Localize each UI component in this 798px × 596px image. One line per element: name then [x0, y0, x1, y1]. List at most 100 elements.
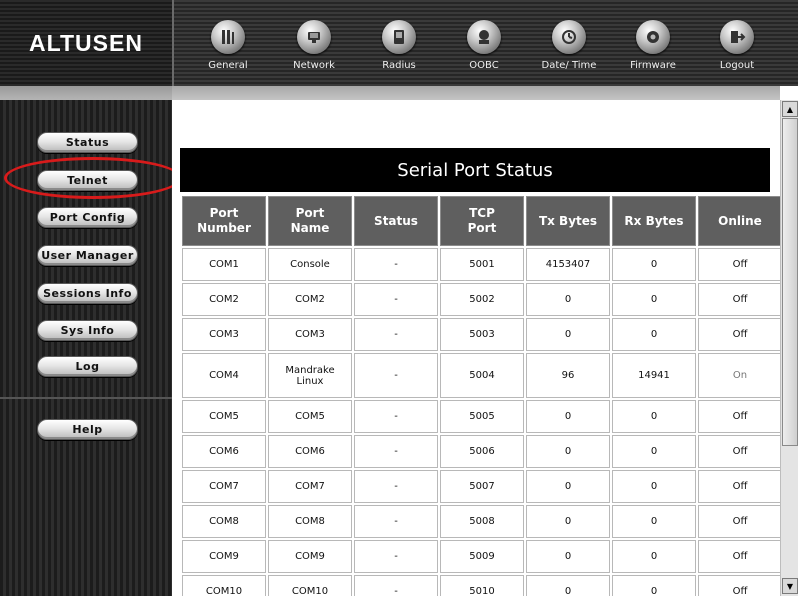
cell-rx-bytes: 0 — [612, 283, 696, 316]
cell-tx-bytes: 0 — [526, 400, 610, 433]
cell-rx-bytes: 0 — [612, 470, 696, 503]
sidebar-item-telnet[interactable]: Telnet — [37, 170, 138, 191]
cell-rx-bytes: 0 — [612, 400, 696, 433]
cell-port-number: COM10 — [182, 575, 266, 596]
cell-status: - — [354, 540, 438, 573]
sidebar-item-port-config[interactable]: Port Config — [37, 207, 138, 228]
top-nav: General Network Radius OOBC Date/ Time F… — [172, 0, 798, 86]
scroll-thumb[interactable] — [782, 118, 798, 446]
cell-tx-bytes: 96 — [526, 353, 610, 398]
sidebar-item-user-manager[interactable]: User Manager — [37, 245, 138, 266]
nav-oobc[interactable]: OOBC — [443, 0, 525, 86]
brand-logo: ALTUSEN — [29, 29, 143, 56]
sidebar-item-log[interactable]: Log — [37, 356, 138, 377]
col-tcp-port: TCP Port — [440, 196, 524, 246]
cell-status: - — [354, 283, 438, 316]
scroll-down-arrow-icon[interactable]: ▼ — [782, 578, 798, 594]
nav-logout[interactable]: Logout — [696, 0, 778, 86]
cell-port-number: COM9 — [182, 540, 266, 573]
cell-online: Off — [698, 248, 780, 281]
cell-tx-bytes: 0 — [526, 540, 610, 573]
logo-area: ALTUSEN — [0, 0, 172, 86]
cell-online: Off — [698, 283, 780, 316]
cell-tcp-port: 5007 — [440, 470, 524, 503]
table-row: COM4 Mandrake Linux -5004 96 14941 On — [182, 353, 780, 398]
page-title: Serial Port Status — [180, 148, 770, 192]
cell-port-number: COM6 — [182, 435, 266, 468]
cell-port-name: COM7 — [268, 470, 352, 503]
cell-online: On — [698, 353, 780, 398]
cell-port-name: Console — [268, 248, 352, 281]
nav-label: Date/ Time — [541, 60, 597, 71]
cell-status: - — [354, 353, 438, 398]
nav-radius[interactable]: Radius — [358, 0, 440, 86]
sidebar-strip — [0, 86, 172, 100]
cell-rx-bytes: 0 — [612, 318, 696, 351]
cell-port-name: COM3 — [268, 318, 352, 351]
cell-online: Off — [698, 540, 780, 573]
sidebar: Status Telnet Port Config User Manager S… — [0, 100, 182, 596]
nav-label: OOBC — [469, 60, 499, 71]
sidebar-item-status[interactable]: Status — [37, 132, 138, 153]
cell-status: - — [354, 435, 438, 468]
col-status: Status — [354, 196, 438, 246]
cell-tx-bytes: 0 — [526, 470, 610, 503]
cell-online: Off — [698, 318, 780, 351]
cell-online: Off — [698, 470, 780, 503]
nav-general[interactable]: General — [187, 0, 269, 86]
sidebar-item-help[interactable]: Help — [37, 419, 138, 440]
cell-rx-bytes: 0 — [612, 575, 696, 596]
oobc-icon — [467, 20, 501, 54]
cell-port-number: COM2 — [182, 283, 266, 316]
cell-port-number: COM8 — [182, 505, 266, 538]
cell-port-number: COM1 — [182, 248, 266, 281]
cell-rx-bytes: 0 — [612, 435, 696, 468]
nav-network[interactable]: Network — [273, 0, 355, 86]
cell-tcp-port: 5008 — [440, 505, 524, 538]
cell-online: Off — [698, 400, 780, 433]
cell-tcp-port: 5004 — [440, 353, 524, 398]
nav-label: Firmware — [630, 60, 676, 71]
cell-tcp-port: 5003 — [440, 318, 524, 351]
nav-label: Network — [293, 60, 335, 71]
nav-firmware[interactable]: Firmware — [612, 0, 694, 86]
cell-tcp-port: 5001 — [440, 248, 524, 281]
cell-port-number: COM3 — [182, 318, 266, 351]
cell-port-name: COM8 — [268, 505, 352, 538]
nav-label: Logout — [719, 60, 755, 71]
date-time-icon — [552, 20, 586, 54]
sidebar-item-sessions-info[interactable]: Sessions Info — [37, 283, 138, 304]
cell-tcp-port: 5002 — [440, 283, 524, 316]
table-row: COM7 COM7-5007 0 0 Off — [182, 470, 780, 503]
cell-online: Off — [698, 575, 780, 596]
firmware-icon — [636, 20, 670, 54]
cell-port-name: COM2 — [268, 283, 352, 316]
radius-icon — [382, 20, 416, 54]
col-online: Online — [698, 196, 780, 246]
logout-icon — [720, 20, 754, 54]
cell-port-name: COM5 — [268, 400, 352, 433]
col-port-number: Port Number — [182, 196, 266, 246]
cell-port-name: COM9 — [268, 540, 352, 573]
cell-tx-bytes: 0 — [526, 435, 610, 468]
cell-rx-bytes: 0 — [612, 540, 696, 573]
network-icon — [297, 20, 331, 54]
cell-online: Off — [698, 505, 780, 538]
cell-status: - — [354, 575, 438, 596]
main-content: Serial Port Status Port Number Port Name S… — [172, 100, 780, 596]
cell-port-number: COM4 — [182, 353, 266, 398]
sidebar-item-sys-info[interactable]: Sys Info — [37, 320, 138, 341]
cell-tcp-port: 5010 — [440, 575, 524, 596]
vertical-scrollbar[interactable]: ▲ ▼ — [780, 100, 798, 596]
table-row: COM2 COM2-5002 0 0 Off — [182, 283, 780, 316]
cell-tx-bytes: 0 — [526, 318, 610, 351]
cell-tx-bytes: 0 — [526, 283, 610, 316]
cell-tx-bytes: 0 — [526, 505, 610, 538]
cell-port-number: COM7 — [182, 470, 266, 503]
table-row: COM6 COM6-5006 0 0 Off — [182, 435, 780, 468]
scroll-up-arrow-icon[interactable]: ▲ — [782, 101, 798, 117]
cell-port-name: COM6 — [268, 435, 352, 468]
table-header-row: Port Number Port Name Status TCP Port Tx By… — [182, 196, 780, 246]
nav-date-time[interactable]: Date/ Time — [528, 0, 610, 86]
cell-rx-bytes: 0 — [612, 505, 696, 538]
